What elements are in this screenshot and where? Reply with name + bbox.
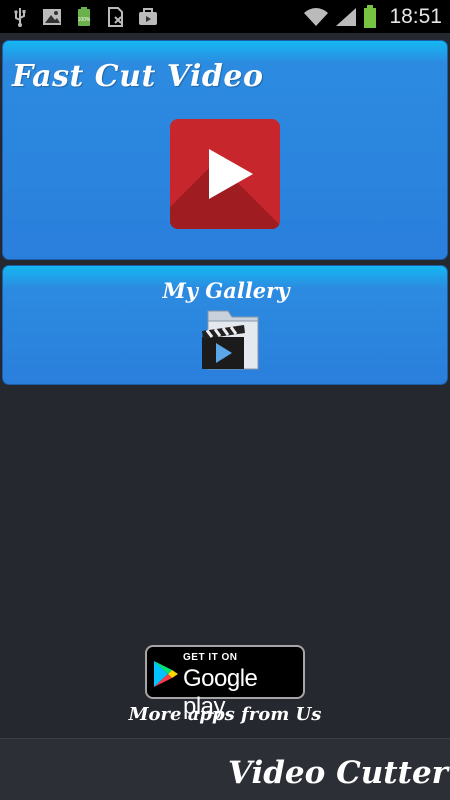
app-name-title: Video Cutter	[227, 755, 448, 791]
my-gallery-title: My Gallery	[162, 278, 290, 303]
wifi-icon	[303, 7, 329, 27]
clock: 18:51	[389, 4, 442, 28]
fast-cut-video-button[interactable]: Fast Cut Video	[2, 40, 448, 260]
status-bar: 100% 18:51	[0, 0, 450, 33]
system-icons: 18:51	[303, 0, 442, 33]
more-apps-link[interactable]: More apps from Us	[0, 704, 450, 725]
google-play-badge[interactable]: GET IT ON Google play	[145, 645, 305, 720]
image-notification-icon	[42, 7, 62, 27]
notification-icons: 100%	[0, 6, 158, 27]
fast-cut-video-title: Fast Cut Video	[12, 59, 264, 94]
usb-icon	[10, 7, 30, 27]
google-play-logo-icon	[153, 660, 179, 688]
video-folder-icon	[198, 303, 262, 375]
bottom-bar: Video Cutter	[0, 738, 450, 800]
signal-icon	[335, 7, 357, 27]
app-screen: Fast Cut Video My Gallery GET IT ON Goog…	[0, 33, 450, 800]
svg-text:100%: 100%	[78, 17, 91, 23]
battery-full-notification-icon: 100%	[74, 6, 94, 27]
battery-icon	[363, 4, 377, 28]
sim-blocked-icon	[106, 6, 126, 27]
badge-small-text: GET IT ON	[183, 652, 238, 663]
my-gallery-button[interactable]: My Gallery	[2, 265, 448, 385]
briefcase-notification-icon	[138, 7, 158, 27]
play-icon	[170, 119, 280, 229]
